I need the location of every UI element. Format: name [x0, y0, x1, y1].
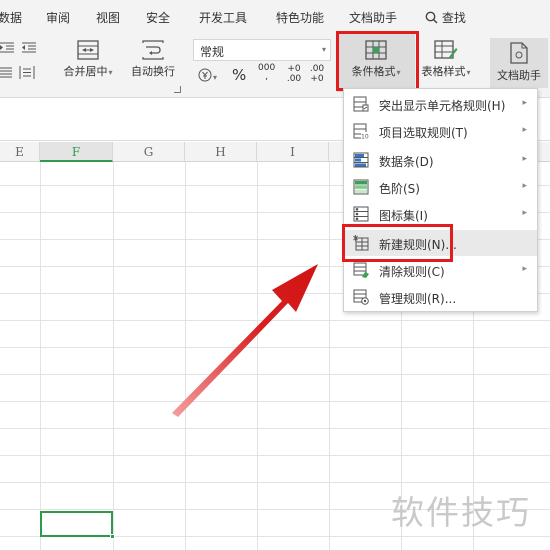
doc-assistant-label: 文档助手	[497, 69, 541, 82]
tab-doc-assistant[interactable]: 文档助手	[349, 9, 397, 26]
column-header-f[interactable]: F	[40, 142, 113, 162]
submenu-arrow-icon: ▸	[522, 98, 527, 108]
wrap-text-icon	[142, 40, 164, 60]
menu-item-label: 项目选取规则(T)	[379, 126, 468, 140]
submenu-arrow-icon: ▸	[522, 264, 527, 274]
manage-rules-icon	[353, 289, 369, 305]
column-header-i[interactable]: I	[257, 142, 329, 162]
clear-rules-icon	[353, 262, 369, 278]
search-icon	[425, 11, 438, 24]
tab-special-features[interactable]: 特色功能	[276, 9, 324, 26]
percent-button[interactable]: %	[232, 66, 246, 84]
menu-tab-bar: 数据 审阅 视图 安全 开发工具 特色功能 文档助手 查找	[0, 0, 550, 34]
decrease-decimal-button[interactable]: .00 +0	[308, 64, 326, 84]
tab-view[interactable]: 视图	[96, 9, 120, 26]
column-header-h[interactable]: H	[185, 142, 257, 162]
search-button[interactable]: 查找	[425, 9, 466, 26]
chevron-down-icon: ▾	[321, 45, 326, 54]
tab-review[interactable]: 审阅	[46, 9, 70, 26]
currency-icon	[198, 68, 212, 82]
submenu-arrow-icon: ▸	[522, 154, 527, 164]
merge-center-button[interactable]: 合并居中▾	[56, 40, 120, 79]
chevron-down-icon: ▾	[466, 68, 471, 77]
submenu-arrow-icon: ▸	[522, 181, 527, 191]
menu-item-label: 色阶(S)	[379, 182, 420, 196]
wrap-text-button[interactable]: 自动换行	[125, 40, 181, 79]
tab-developer-tools[interactable]: 开发工具	[199, 9, 247, 26]
merge-center-label: 合并居中	[63, 65, 108, 78]
watermark-text: 软件技巧	[391, 493, 531, 532]
menu-item-color-scales[interactable]: 色阶(S) ▸	[344, 174, 537, 200]
icon-sets-icon	[353, 206, 369, 222]
new-rule-highlight	[342, 224, 453, 262]
table-style-icon	[434, 40, 458, 59]
chevron-down-icon: ▾	[108, 68, 113, 77]
color-scales-icon	[353, 179, 369, 195]
top-bottom-rules-icon: 10	[353, 123, 369, 139]
doc-assistant-button[interactable]: 文档助手	[490, 38, 548, 88]
increase-decimal-button[interactable]: +0 .00	[285, 64, 303, 84]
table-style-button[interactable]: 表格样式▾	[416, 40, 476, 79]
chevron-down-icon: ▾	[213, 73, 218, 82]
search-label: 查找	[441, 11, 466, 25]
data-bars-icon	[353, 152, 369, 168]
conditional-format-highlight	[336, 31, 419, 91]
menu-item-label: 清除规则(C)	[379, 265, 445, 279]
thousands-separator-button[interactable]: 000,	[258, 64, 275, 82]
column-header-g[interactable]: G	[113, 142, 185, 162]
highlight-rules-icon	[353, 96, 369, 112]
svg-text:10: 10	[361, 134, 369, 140]
distributed-align-icon[interactable]	[19, 66, 35, 79]
table-style-label: 表格样式	[421, 65, 466, 78]
number-format-select[interactable]: 常规 ▾	[193, 39, 331, 61]
submenu-arrow-icon: ▸	[522, 125, 527, 135]
selected-cell[interactable]	[40, 511, 115, 539]
menu-item-highlight-rules[interactable]: 突出显示单元格规则(H) ▸	[344, 91, 537, 117]
menu-item-label: 突出显示单元格规则(H)	[379, 99, 506, 113]
tab-data[interactable]: 数据	[0, 9, 22, 26]
fill-handle[interactable]	[110, 534, 115, 539]
menu-item-manage-rules[interactable]: 管理规则(R)...	[344, 284, 537, 310]
align-justify-icon[interactable]	[0, 67, 12, 79]
doc-assistant-icon	[510, 42, 528, 64]
conditional-format-menu: 突出显示单元格规则(H) ▸ 10 项目选取规则(T) ▸ 数据条(D) ▸ 色…	[343, 88, 538, 312]
menu-item-data-bars[interactable]: 数据条(D) ▸	[344, 147, 537, 173]
menu-item-label: 管理规则(R)...	[379, 292, 457, 306]
tab-security[interactable]: 安全	[146, 9, 170, 26]
align-outdent-icon[interactable]	[22, 42, 36, 54]
dialog-launcher-icon[interactable]	[174, 86, 181, 93]
menu-item-label: 图标集(I)	[379, 209, 428, 223]
menu-item-top-bottom-rules[interactable]: 10 项目选取规则(T) ▸	[344, 118, 537, 144]
column-header-e[interactable]: E	[0, 142, 40, 162]
number-format-value: 常规	[200, 45, 225, 59]
align-indent-icon[interactable]	[0, 42, 14, 54]
submenu-arrow-icon: ▸	[522, 208, 527, 218]
currency-format-button[interactable]: ▾	[198, 68, 217, 83]
wrap-text-label: 自动换行	[131, 65, 175, 78]
merge-center-icon	[77, 40, 99, 60]
menu-item-label: 数据条(D)	[379, 155, 434, 169]
